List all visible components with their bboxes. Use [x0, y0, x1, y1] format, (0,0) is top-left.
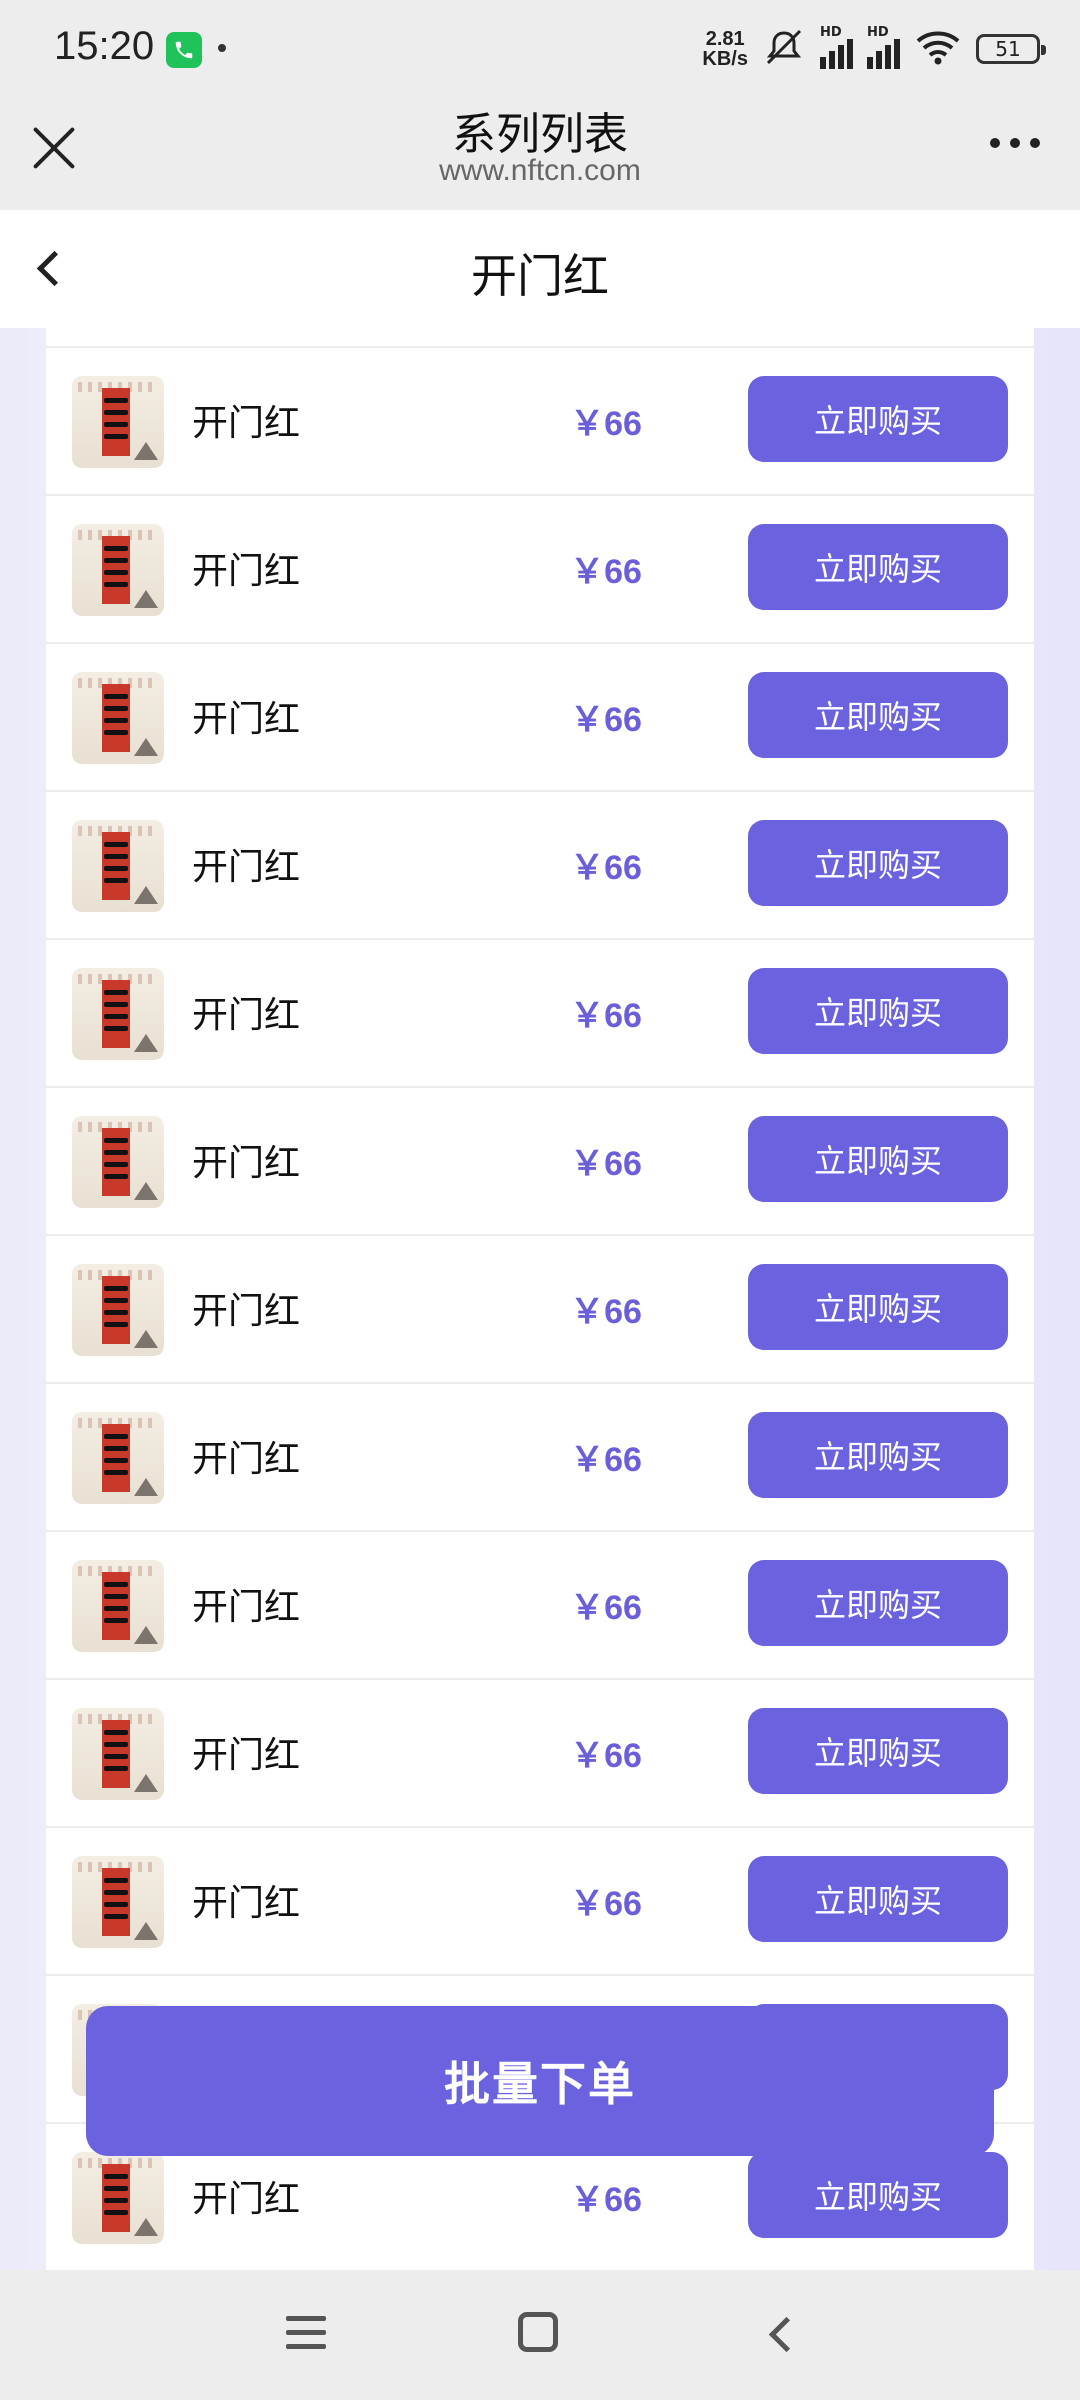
- call-icon: [166, 32, 202, 68]
- product-price: ￥66: [570, 1145, 642, 1183]
- buy-now-button[interactable]: 立即购买: [748, 524, 1008, 610]
- product-price: ￥66: [570, 1885, 642, 1923]
- product-thumbnail: [72, 1116, 164, 1208]
- product-list: 开门红 ￥66 立即购买 开门红 ￥66 立即购买 开门红 ￥66 立即购买 开门红 ￥66 立即购买…: [46, 328, 1034, 2270]
- product-name: 开门红: [192, 1883, 301, 1924]
- home-icon[interactable]: [518, 2312, 558, 2352]
- page-title: 开门红: [471, 249, 609, 303]
- product-name: 开门红: [192, 699, 301, 740]
- content-area: 开门红 ￥66 立即购买 开门红 ￥66 立即购买 开门红 ￥66 立即购买 开门红 ￥66 立即购买…: [0, 328, 1080, 2270]
- product-price: ￥66: [570, 1293, 642, 1331]
- product-thumbnail: [72, 1412, 164, 1504]
- app-nav-bar: 开门红: [0, 210, 1080, 328]
- product-name: 开门红: [192, 403, 301, 444]
- product-price: ￥66: [570, 997, 642, 1035]
- list-top-edge: [46, 328, 1034, 348]
- hd-signal-icon: HD: [820, 25, 853, 69]
- list-item[interactable]: 开门红 ￥66 立即购买: [46, 644, 1034, 792]
- status-bar: 15:20 2.81 KB/s HD HD 51: [0, 0, 1080, 96]
- list-item[interactable]: 开门红 ￥66 立即购买: [46, 1680, 1034, 1828]
- net-speed: 2.81 KB/s: [702, 29, 748, 69]
- list-item[interactable]: 开门红 ￥66 立即购买: [46, 1828, 1034, 1976]
- product-name: 开门红: [192, 1439, 301, 1480]
- product-thumbnail: [72, 1560, 164, 1652]
- buy-now-button[interactable]: 立即购买: [748, 2152, 1008, 2238]
- product-price: ￥66: [570, 1441, 642, 1479]
- batch-order-button[interactable]: 批量下单: [86, 2006, 994, 2156]
- wifi-icon: [914, 27, 962, 71]
- product-thumbnail: [72, 524, 164, 616]
- product-price: ￥66: [570, 553, 642, 591]
- buy-now-button[interactable]: 立即购买: [748, 376, 1008, 462]
- product-thumbnail: [72, 1856, 164, 1948]
- buy-now-button[interactable]: 立即购买: [748, 1412, 1008, 1498]
- product-price: ￥66: [570, 1737, 642, 1775]
- buy-now-button[interactable]: 立即购买: [748, 1116, 1008, 1202]
- mute-icon: [762, 27, 806, 71]
- list-item[interactable]: 开门红 ￥66 立即购买: [46, 1236, 1034, 1384]
- list-item[interactable]: 开门红 ￥66 立即购买: [46, 792, 1034, 940]
- buy-now-button[interactable]: 立即购买: [748, 1708, 1008, 1794]
- product-thumbnail: [72, 1264, 164, 1356]
- hd-signal-icon: HD: [867, 25, 900, 69]
- product-name: 开门红: [192, 847, 301, 888]
- product-name: 开门红: [192, 1587, 301, 1628]
- product-price: ￥66: [570, 1589, 642, 1627]
- more-options-icon[interactable]: [990, 138, 1040, 148]
- product-name: 开门红: [192, 1291, 301, 1332]
- list-item[interactable]: 开门红 ￥66 立即购买: [46, 496, 1034, 644]
- product-name: 开门红: [192, 551, 301, 592]
- product-thumbnail: [72, 2152, 164, 2244]
- browser-title: 系列列表: [452, 109, 628, 160]
- product-thumbnail: [72, 820, 164, 912]
- product-name: 开门红: [192, 1143, 301, 1184]
- back-icon[interactable]: [760, 2314, 800, 2354]
- list-item[interactable]: 开门红 ￥66 立即购买: [46, 1088, 1034, 1236]
- product-thumbnail: [72, 1708, 164, 1800]
- buy-now-button[interactable]: 立即购买: [748, 1856, 1008, 1942]
- battery-level: 51: [995, 37, 1021, 61]
- battery-icon: 51: [976, 34, 1046, 64]
- product-name: 开门红: [192, 2179, 301, 2220]
- product-price: ￥66: [570, 849, 642, 887]
- browser-url: www.nftcn.com: [439, 154, 641, 187]
- product-thumbnail: [72, 672, 164, 764]
- product-name: 开门红: [192, 1735, 301, 1776]
- status-icons: 2.81 KB/s HD HD 51: [702, 24, 1046, 74]
- product-name: 开门红: [192, 995, 301, 1036]
- menu-icon[interactable]: [286, 2314, 326, 2352]
- product-price: ￥66: [570, 405, 642, 443]
- product-thumbnail: [72, 968, 164, 1060]
- status-time: 15:20: [54, 24, 155, 68]
- product-price: ￥66: [570, 701, 642, 739]
- buy-now-button[interactable]: 立即购买: [748, 672, 1008, 758]
- list-item[interactable]: 开门红 ￥66 立即购买: [46, 348, 1034, 496]
- buy-now-button[interactable]: 立即购买: [748, 1560, 1008, 1646]
- list-item[interactable]: 开门红 ￥66 立即购买: [46, 1532, 1034, 1680]
- buy-now-button[interactable]: 立即购买: [748, 968, 1008, 1054]
- net-speed-value: 2.81: [705, 28, 745, 50]
- system-nav-bar: [0, 2270, 1080, 2400]
- list-item[interactable]: 开门红 ￥66 立即购买: [46, 940, 1034, 1088]
- notification-dot: [218, 44, 226, 52]
- buy-now-button[interactable]: 立即购买: [748, 820, 1008, 906]
- net-speed-unit: KB/s: [702, 48, 748, 70]
- browser-header: 系列列表 www.nftcn.com: [0, 96, 1080, 210]
- product-thumbnail: [72, 376, 164, 468]
- list-item[interactable]: 开门红 ￥66 立即购买: [46, 1384, 1034, 1532]
- buy-now-button[interactable]: 立即购买: [748, 1264, 1008, 1350]
- product-price: ￥66: [570, 2181, 642, 2219]
